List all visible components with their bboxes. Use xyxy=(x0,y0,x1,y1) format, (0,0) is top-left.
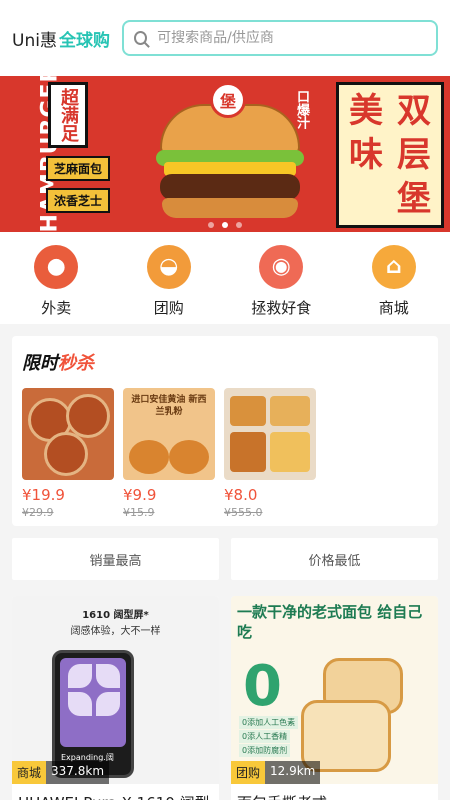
flash-product[interactable]: ¥19.9 ¥29.9 xyxy=(22,388,114,519)
search-icon xyxy=(133,31,148,45)
mall-icon: ⌂ xyxy=(371,244,416,289)
sort-bar: 销量最高 价格最低 xyxy=(12,538,438,580)
banner-side-small: 口爆汁 xyxy=(294,90,309,129)
flash-product[interactable]: 进口安佳黄油 新西兰乳粉 ¥9.9 ¥15.9 xyxy=(123,388,215,519)
category-mall[interactable]: ⌂ 商城 xyxy=(344,244,444,318)
top-header: Uni惠 全球购 xyxy=(0,0,450,76)
sort-by-price-button[interactable]: 价格最低 xyxy=(231,538,438,580)
search-bar[interactable] xyxy=(121,20,438,56)
product-image-title: 1610 阔型屏* xyxy=(82,610,149,621)
category-label: 团购 xyxy=(153,298,184,317)
flash-price: ¥8.0 xyxy=(224,486,258,504)
product-image xyxy=(22,388,114,480)
product-badge: 团购 12.9km xyxy=(231,761,321,784)
banner-label-cheese: 浓香芝士 xyxy=(46,188,111,213)
flash-product[interactable]: ¥8.0 ¥555.0 xyxy=(224,388,316,519)
burger-image: 堡 xyxy=(150,82,310,226)
banner-title-char: 美 xyxy=(349,91,383,131)
banner-title-char: 双 xyxy=(397,91,431,131)
category-label: 外卖 xyxy=(41,298,72,317)
flash-title-part: 限时 xyxy=(22,353,58,374)
flash-original-price: ¥15.9 xyxy=(123,506,155,519)
product-image-caption: 进口安佳黄油 新西兰乳粉 xyxy=(131,395,207,417)
product-image-subtitle: 阔感体验，大不一样 xyxy=(70,626,161,637)
group-buy-icon: ◒ xyxy=(146,244,191,289)
category-label: 拯救好食 xyxy=(251,298,312,317)
banner-title: 美 双 味 层 堡 xyxy=(336,82,444,228)
product-name: HUAWEI Pura X 1610 阔型 xyxy=(12,784,219,800)
flash-title-part: 秒杀 xyxy=(58,353,94,374)
banner-title-char: 堡 xyxy=(397,179,431,219)
product-grid: 1610 阔型屏* 阔感体验，大不一样 Expanding.阔 商城 337.8… xyxy=(12,596,438,800)
flash-original-price: ¥29.9 xyxy=(22,506,54,519)
burger-flag: 堡 xyxy=(210,82,246,118)
phone-image: Expanding.阔 xyxy=(52,650,134,778)
category-group-buy[interactable]: ◒ 团购 xyxy=(119,244,219,318)
product-image-zero: 0 xyxy=(243,654,282,719)
brand-global-label: 全球购 xyxy=(58,30,110,51)
category-save-food[interactable]: ◉ 拯救好食 xyxy=(231,244,331,318)
product-badge: 商城 337.8km xyxy=(12,761,110,784)
banner-tag: 超满足 xyxy=(48,82,88,148)
product-image: 进口安佳黄油 新西兰乳粉 xyxy=(123,388,215,480)
brand-name: Uni惠 xyxy=(12,30,57,51)
category-nav: ● 外卖 ◒ 团购 ◉ 拯救好食 ⌂ 商城 xyxy=(0,232,450,324)
product-image-tag: 0添加防腐剂 xyxy=(239,744,291,757)
search-input[interactable] xyxy=(157,30,426,46)
flash-original-price: ¥555.0 xyxy=(224,506,263,519)
flash-price: ¥9.9 xyxy=(123,486,157,504)
product-image-title: 一款干净的老式面包 给自己吃 xyxy=(237,603,423,641)
flash-price: ¥19.9 xyxy=(22,486,65,504)
product-image-tag: 0添加人工色素 xyxy=(239,716,299,729)
product-image: 一款干净的老式面包 给自己吃 0 0添加人工色素 0添人工香精 0添加防腐剂 团… xyxy=(231,596,438,784)
carousel-dot-active[interactable] xyxy=(222,222,228,228)
product-distance: 12.9km xyxy=(265,761,321,784)
product-type-tag: 团购 xyxy=(231,761,266,784)
banner-title-char xyxy=(342,177,390,221)
product-card[interactable]: 一款干净的老式面包 给自己吃 0 0添加人工色素 0添人工香精 0添加防腐剂 团… xyxy=(231,596,438,800)
banner-title-char: 层 xyxy=(397,135,431,175)
product-image xyxy=(224,388,316,480)
carousel-dots xyxy=(0,222,450,228)
product-type-tag: 商城 xyxy=(12,761,47,784)
category-takeout[interactable]: ● 外卖 xyxy=(6,244,106,318)
flash-sale-title[interactable]: 限时 秒杀 xyxy=(22,348,428,376)
product-image-tag: 0添人工香精 xyxy=(239,730,291,743)
product-name: 面包手撕老式 xyxy=(231,784,438,800)
carousel-dot[interactable] xyxy=(208,222,214,228)
flash-sale-section: 限时 秒杀 ¥19.9 ¥29.9 进口安佳黄油 新西兰乳粉 ¥9.9 ¥15.… xyxy=(12,336,438,526)
promo-banner[interactable]: HAMBURGER 超满足 芝麻面包 浓香芝士 堡 口爆汁 美 双 味 层 堡 xyxy=(0,76,450,232)
product-card[interactable]: 1610 阔型屏* 阔感体验，大不一样 Expanding.阔 商城 337.8… xyxy=(12,596,219,800)
banner-title-char: 味 xyxy=(349,135,383,175)
product-image: 1610 阔型屏* 阔感体验，大不一样 Expanding.阔 商城 337.8… xyxy=(12,596,219,784)
category-label: 商城 xyxy=(378,298,409,317)
carousel-dot[interactable] xyxy=(236,222,242,228)
banner-label-sesame: 芝麻面包 xyxy=(46,156,111,181)
save-food-icon: ◉ xyxy=(259,244,304,289)
product-distance: 337.8km xyxy=(46,761,110,784)
takeout-icon: ● xyxy=(34,244,79,289)
flash-product-list: ¥19.9 ¥29.9 进口安佳黄油 新西兰乳粉 ¥9.9 ¥15.9 ¥8.0… xyxy=(22,388,428,519)
sort-by-sales-button[interactable]: 销量最高 xyxy=(12,538,219,580)
brand-logo: Uni惠 全球购 xyxy=(12,26,110,51)
